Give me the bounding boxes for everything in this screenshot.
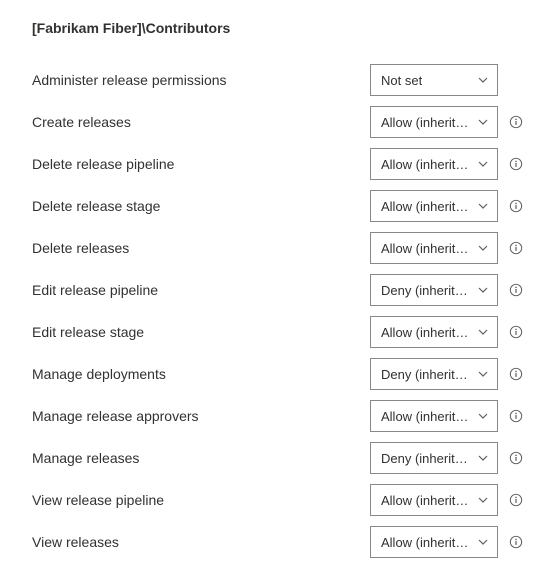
info-icon[interactable] bbox=[508, 492, 524, 508]
permission-label: Delete release pipeline bbox=[24, 156, 370, 172]
permission-label: View releases bbox=[24, 534, 370, 550]
permission-label: Manage releases bbox=[24, 450, 370, 466]
permission-row: Manage release approvers Allow (inherite… bbox=[24, 396, 524, 436]
permission-label: Manage release approvers bbox=[24, 408, 370, 424]
permission-dropdown[interactable]: Allow (inherited) bbox=[370, 316, 498, 348]
permission-dropdown[interactable]: Allow (inherited) bbox=[370, 526, 498, 558]
permission-label: Delete release stage bbox=[24, 198, 370, 214]
permission-control: Deny (inherited) bbox=[370, 274, 524, 306]
permission-dropdown-value: Allow (inherited) bbox=[381, 325, 473, 340]
permission-row: Manage deployments Deny (inherited) bbox=[24, 354, 524, 394]
permission-row: Administer release permissions Not set bbox=[24, 60, 524, 100]
info-icon[interactable] bbox=[508, 114, 524, 130]
chevron-down-icon bbox=[477, 74, 489, 86]
chevron-down-icon bbox=[477, 326, 489, 338]
permission-dropdown[interactable]: Deny (inherited) bbox=[370, 442, 498, 474]
chevron-down-icon bbox=[477, 116, 489, 128]
permission-dropdown[interactable]: Allow (inherited) bbox=[370, 190, 498, 222]
chevron-down-icon bbox=[477, 536, 489, 548]
chevron-down-icon bbox=[477, 368, 489, 380]
permission-row: Delete releases Allow (inherited) bbox=[24, 228, 524, 268]
permissions-list: Administer release permissions Not set C… bbox=[24, 60, 524, 562]
chevron-down-icon bbox=[477, 158, 489, 170]
permission-dropdown[interactable]: Not set bbox=[370, 64, 498, 96]
permission-dropdown-value: Deny (inherited) bbox=[381, 451, 473, 466]
permission-control: Allow (inherited) bbox=[370, 484, 524, 516]
permission-control: Allow (inherited) bbox=[370, 148, 524, 180]
info-icon[interactable] bbox=[508, 282, 524, 298]
permission-label: Delete releases bbox=[24, 240, 370, 256]
info-icon[interactable] bbox=[508, 156, 524, 172]
permission-control: Not set bbox=[370, 64, 524, 96]
chevron-down-icon bbox=[477, 410, 489, 422]
permission-dropdown-value: Deny (inherited) bbox=[381, 283, 473, 298]
info-icon[interactable] bbox=[508, 450, 524, 466]
permission-label: Manage deployments bbox=[24, 366, 370, 382]
info-icon[interactable] bbox=[508, 366, 524, 382]
permission-dropdown-value: Allow (inherited) bbox=[381, 157, 473, 172]
chevron-down-icon bbox=[477, 200, 489, 212]
permission-row: View release pipeline Allow (inherited) bbox=[24, 480, 524, 520]
info-icon[interactable] bbox=[508, 534, 524, 550]
identity-header: [Fabrikam Fiber]\Contributors bbox=[32, 20, 524, 36]
permission-label: Edit release pipeline bbox=[24, 282, 370, 298]
permission-control: Deny (inherited) bbox=[370, 442, 524, 474]
permission-row: Edit release stage Allow (inherited) bbox=[24, 312, 524, 352]
permission-dropdown[interactable]: Allow (inherited) bbox=[370, 232, 498, 264]
info-icon[interactable] bbox=[508, 240, 524, 256]
chevron-down-icon bbox=[477, 452, 489, 464]
chevron-down-icon bbox=[477, 242, 489, 254]
info-icon[interactable] bbox=[508, 408, 524, 424]
permission-label: Administer release permissions bbox=[24, 72, 370, 88]
permission-label: Edit release stage bbox=[24, 324, 370, 340]
permission-row: Manage releases Deny (inherited) bbox=[24, 438, 524, 478]
permission-control: Deny (inherited) bbox=[370, 358, 524, 390]
permission-control: Allow (inherited) bbox=[370, 232, 524, 264]
permission-control: Allow (inherited) bbox=[370, 190, 524, 222]
permission-dropdown-value: Allow (inherited) bbox=[381, 409, 473, 424]
permission-dropdown-value: Allow (inherited) bbox=[381, 199, 473, 214]
permission-control: Allow (inherited) bbox=[370, 316, 524, 348]
permission-dropdown[interactable]: Allow (inherited) bbox=[370, 148, 498, 180]
permission-dropdown-value: Allow (inherited) bbox=[381, 535, 473, 550]
permission-label: View release pipeline bbox=[24, 492, 370, 508]
permission-label: Create releases bbox=[24, 114, 370, 130]
permission-row: Create releases Allow (inherited) bbox=[24, 102, 524, 142]
permission-dropdown[interactable]: Allow (inherited) bbox=[370, 484, 498, 516]
permission-row: Edit release pipeline Deny (inherited) bbox=[24, 270, 524, 310]
permission-control: Allow (inherited) bbox=[370, 526, 524, 558]
chevron-down-icon bbox=[477, 284, 489, 296]
permission-dropdown-value: Allow (inherited) bbox=[381, 115, 473, 130]
permission-control: Allow (inherited) bbox=[370, 106, 524, 138]
permission-dropdown[interactable]: Deny (inherited) bbox=[370, 358, 498, 390]
info-placeholder bbox=[508, 72, 524, 88]
permission-dropdown[interactable]: Allow (inherited) bbox=[370, 106, 498, 138]
permission-row: View releases Allow (inherited) bbox=[24, 522, 524, 562]
permission-dropdown-value: Allow (inherited) bbox=[381, 241, 473, 256]
permission-row: Delete release pipeline Allow (inherited… bbox=[24, 144, 524, 184]
chevron-down-icon bbox=[477, 494, 489, 506]
permission-control: Allow (inherited) bbox=[370, 400, 524, 432]
info-icon[interactable] bbox=[508, 198, 524, 214]
permission-row: Delete release stage Allow (inherited) bbox=[24, 186, 524, 226]
info-icon[interactable] bbox=[508, 324, 524, 340]
permission-dropdown-value: Allow (inherited) bbox=[381, 493, 473, 508]
permission-dropdown-value: Not set bbox=[381, 73, 422, 88]
permission-dropdown[interactable]: Allow (inherited) bbox=[370, 400, 498, 432]
permission-dropdown-value: Deny (inherited) bbox=[381, 367, 473, 382]
permission-dropdown[interactable]: Deny (inherited) bbox=[370, 274, 498, 306]
